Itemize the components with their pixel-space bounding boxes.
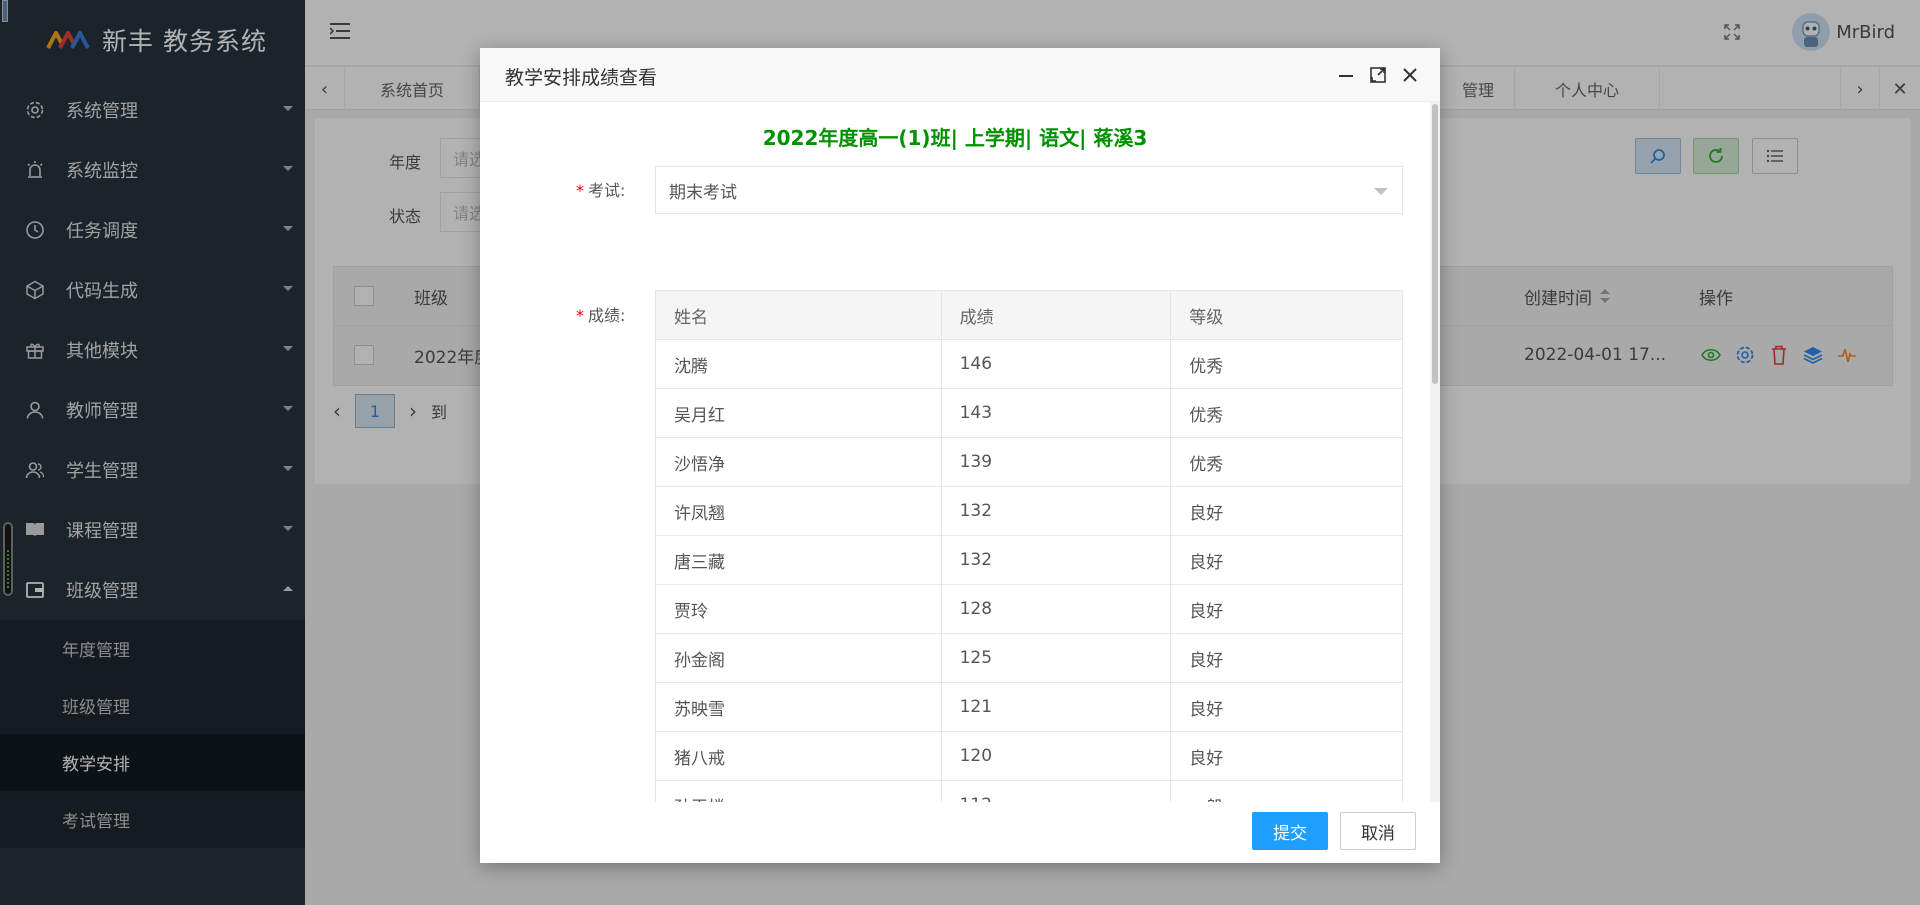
table-row: 许凤翘 132 良好 [655,486,1403,536]
level-cell: 优秀 [1170,437,1403,487]
level-cell: 良好 [1170,731,1403,781]
score-label-text: 成绩: [588,306,626,325]
name-cell: 猪八戒 [655,731,942,781]
col-name-header: 姓名 [655,290,942,340]
scrollbar-thumb[interactable] [1432,104,1438,384]
score-label: * 成绩: [576,306,626,325]
name-cell: 孙金阁 [655,633,942,683]
name-cell: 吴月红 [655,388,942,438]
close-icon[interactable] [1398,63,1422,87]
score-cell: 121 [940,682,1172,732]
score-table-header: 姓名 成绩 等级 [655,290,1403,340]
table-row: 贾玲 128 良好 [655,584,1403,634]
level-cell: 良好 [1170,535,1403,585]
table-row: 吴月红 143 优秀 [655,388,1403,438]
score-cell: 132 [940,486,1172,536]
maximize-icon[interactable] [1366,63,1390,87]
score-cell: 146 [940,339,1172,389]
name-cell: 沈腾 [655,339,942,389]
level-cell: 良好 [1170,486,1403,536]
level-cell: 良好 [1170,682,1403,732]
table-row: 孙玉楼112一般 [655,780,1403,802]
exam-label: * 考试: [576,181,626,200]
cancel-button[interactable]: 取消 [1340,812,1416,850]
col-score-header: 成绩 [940,290,1172,340]
name-cell: 孙玉楼 [655,780,942,802]
level-cell: 良好 [1170,584,1403,634]
exam-select[interactable]: 期末考试 [655,166,1403,214]
dialog-footer: 提交 取消 [480,802,1440,863]
name-cell: 许凤翘 [655,486,942,536]
score-cell: 120 [940,731,1172,781]
score-cell: 132 [940,535,1172,585]
submit-button[interactable]: 提交 [1252,812,1328,850]
level-cell: 优秀 [1170,339,1403,389]
score-cell: 139 [940,437,1172,487]
table-row: 猪八戒 120 良好 [655,731,1403,781]
name-cell: 苏映雪 [655,682,942,732]
col-level-header: 等级 [1170,290,1403,340]
score-table: 姓名 成绩 等级 沈腾 146 优秀 吴月红 143 优秀 沙悟净 139 优秀 许凤翘 13… [655,290,1403,802]
score-view-dialog: 教学安排成绩查看 2022年度高一(1)班| 上学期| 语文| 蒋溪3 * 考试:… [480,48,1440,863]
name-cell: 唐三藏 [655,535,942,585]
level-cell: 优秀 [1170,388,1403,438]
dialog-body: 2022年度高一(1)班| 上学期| 语文| 蒋溪3 * 考试: 期末考试 * 成绩… [480,102,1440,802]
table-row: 沙悟净 139 优秀 [655,437,1403,487]
dialog-scrollbar[interactable] [1430,102,1440,802]
chevron-down-icon [1374,188,1388,195]
exam-select-value: 期末考试 [669,182,737,203]
dialog-header[interactable]: 教学安排成绩查看 [480,48,1440,102]
level-cell: 一般 [1170,780,1403,802]
table-row: 唐三藏 132 良好 [655,535,1403,585]
dialog-title: 教学安排成绩查看 [505,67,658,89]
score-cell: 143 [940,388,1172,438]
table-row: 苏映雪 121 良好 [655,682,1403,732]
name-cell: 贾玲 [655,584,942,634]
table-row: 孙金阁 125 良好 [655,633,1403,683]
score-cell: 112 [940,780,1172,802]
score-cell: 128 [940,584,1172,634]
score-cell: 125 [940,633,1172,683]
table-row: 沈腾 146 优秀 [655,339,1403,389]
dialog-subtitle: 2022年度高一(1)班| 上学期| 语文| 蒋溪3 [762,126,1148,150]
level-cell: 良好 [1170,633,1403,683]
exam-label-text: 考试: [588,181,626,200]
minimize-icon[interactable] [1334,63,1358,87]
name-cell: 沙悟净 [655,437,942,487]
